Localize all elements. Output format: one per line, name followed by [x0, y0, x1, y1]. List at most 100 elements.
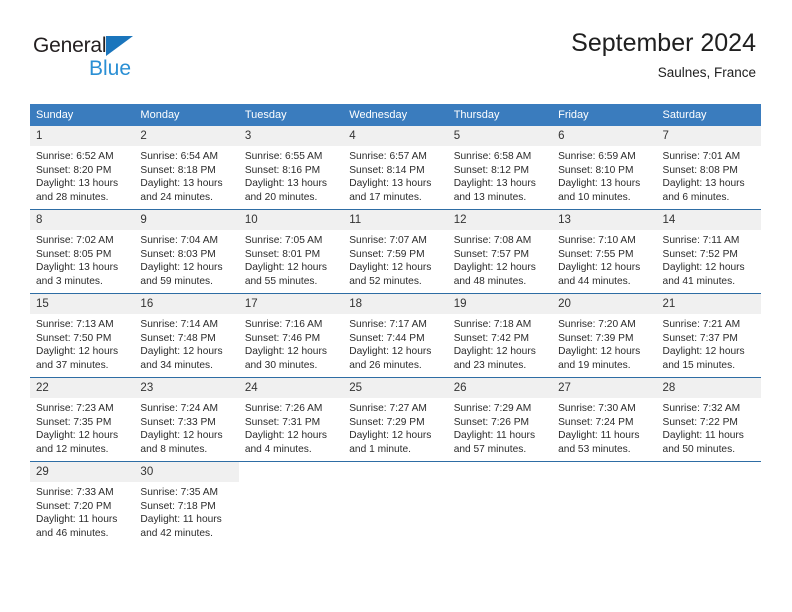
day-cell: 10 Sunrise: 7:05 AM Sunset: 8:01 PM Dayl…	[238, 210, 344, 293]
day-cell-empty	[238, 462, 344, 545]
day-cell: 9 Sunrise: 7:04 AM Sunset: 8:03 PM Dayli…	[134, 210, 239, 293]
day-cell: 29 Sunrise: 7:33 AM Sunset: 7:20 PM Dayl…	[30, 462, 135, 545]
daylight-text-line1: Daylight: 12 hours	[349, 346, 432, 358]
calendar-cell[interactable]: 8 Sunrise: 7:02 AM Sunset: 8:05 PM Dayli…	[30, 209, 135, 294]
day-number: 16	[134, 294, 239, 314]
sunrise-text: Sunrise: 6:54 AM	[140, 151, 219, 162]
sunrise-text: Sunrise: 7:21 AM	[662, 319, 741, 330]
page-subtitle: Saulnes, France	[657, 65, 756, 80]
sunrise-text: Sunrise: 7:13 AM	[36, 319, 114, 330]
calendar-cell[interactable]: 1 Sunrise: 6:52 AM Sunset: 8:20 PM Dayli…	[30, 126, 135, 210]
calendar-cell[interactable]: 10 Sunrise: 7:05 AM Sunset: 8:01 PM Dayl…	[238, 209, 344, 294]
daylight-text-line1: Daylight: 12 hours	[662, 346, 745, 358]
daylight-text-line1: Daylight: 11 hours	[453, 430, 536, 442]
daylight-text-line2: and 15 minutes.	[662, 359, 736, 371]
sunset-text: Sunset: 7:29 PM	[349, 416, 425, 428]
day-number: 15	[30, 294, 135, 314]
day-number: 30	[134, 462, 239, 482]
calendar-cell[interactable]: 2 Sunrise: 6:54 AM Sunset: 8:18 PM Dayli…	[134, 126, 239, 210]
calendar-cell[interactable]: 24 Sunrise: 7:26 AM Sunset: 7:31 PM Dayl…	[238, 377, 344, 462]
sunset-text: Sunset: 8:18 PM	[140, 164, 216, 176]
day-cell-empty	[343, 462, 448, 545]
day-details: Sunrise: 7:35 AM Sunset: 7:18 PM Dayligh…	[134, 482, 238, 540]
calendar-cell[interactable]: 27 Sunrise: 7:30 AM Sunset: 7:24 PM Dayl…	[552, 377, 657, 462]
daylight-text-line2: and 34 minutes.	[140, 359, 213, 371]
sunset-text: Sunset: 7:50 PM	[36, 332, 112, 344]
day-number: 25	[343, 378, 448, 398]
daylight-text-line2: and 28 minutes.	[36, 191, 109, 203]
calendar-cell[interactable]: 25 Sunrise: 7:27 AM Sunset: 7:29 PM Dayl…	[343, 377, 448, 462]
daylight-text-line1: Daylight: 12 hours	[140, 262, 223, 274]
day-number	[656, 462, 761, 482]
sunset-text: Sunset: 7:59 PM	[349, 248, 425, 260]
calendar-cell[interactable]: 4 Sunrise: 6:57 AM Sunset: 8:14 PM Dayli…	[343, 126, 448, 210]
sunset-text: Sunset: 8:20 PM	[36, 164, 112, 176]
calendar-cell[interactable]: 6 Sunrise: 6:59 AM Sunset: 8:10 PM Dayli…	[552, 126, 657, 210]
day-cell: 24 Sunrise: 7:26 AM Sunset: 7:31 PM Dayl…	[238, 378, 344, 461]
calendar-cell[interactable]: 5 Sunrise: 6:58 AM Sunset: 8:12 PM Dayli…	[447, 126, 553, 210]
sunset-text: Sunset: 7:18 PM	[140, 500, 216, 512]
page-title: September 2024	[571, 29, 756, 57]
daylight-text-line2: and 48 minutes.	[453, 275, 527, 287]
day-number	[343, 462, 448, 482]
sunrise-text: Sunrise: 7:18 AM	[453, 319, 532, 330]
sunset-text: Sunset: 7:55 PM	[558, 248, 634, 260]
calendar-cell[interactable]: 14 Sunrise: 7:11 AM Sunset: 7:52 PM Dayl…	[656, 209, 761, 294]
calendar-cell[interactable]: 23 Sunrise: 7:24 AM Sunset: 7:33 PM Dayl…	[134, 377, 239, 462]
day-number: 19	[447, 294, 553, 314]
sunrise-text: Sunrise: 6:59 AM	[558, 151, 636, 162]
calendar-cell[interactable]: 22 Sunrise: 7:23 AM Sunset: 7:35 PM Dayl…	[30, 377, 135, 462]
calendar-cell[interactable]: 9 Sunrise: 7:04 AM Sunset: 8:03 PM Dayli…	[134, 209, 239, 294]
calendar-cell[interactable]: 3 Sunrise: 6:55 AM Sunset: 8:16 PM Dayli…	[238, 126, 344, 210]
daylight-text-line1: Daylight: 12 hours	[558, 346, 641, 358]
sunrise-text: Sunrise: 7:33 AM	[36, 487, 114, 498]
weekday-header-thursday: Thursday	[447, 104, 553, 126]
day-details: Sunrise: 7:17 AM Sunset: 7:44 PM Dayligh…	[343, 314, 447, 372]
day-number: 9	[134, 210, 239, 230]
calendar-cell[interactable]: 17 Sunrise: 7:16 AM Sunset: 7:46 PM Dayl…	[238, 293, 344, 378]
calendar-cell[interactable]: 30 Sunrise: 7:35 AM Sunset: 7:18 PM Dayl…	[134, 461, 239, 545]
daylight-text-line2: and 24 minutes.	[140, 191, 213, 203]
calendar-cell[interactable]: 13 Sunrise: 7:10 AM Sunset: 7:55 PM Dayl…	[552, 209, 657, 294]
day-cell: 27 Sunrise: 7:30 AM Sunset: 7:24 PM Dayl…	[552, 378, 657, 461]
sunrise-text: Sunrise: 7:08 AM	[453, 235, 532, 246]
day-number: 27	[552, 378, 657, 398]
calendar-cell[interactable]: 20 Sunrise: 7:20 AM Sunset: 7:39 PM Dayl…	[552, 293, 657, 378]
calendar-cell[interactable]: 26 Sunrise: 7:29 AM Sunset: 7:26 PM Dayl…	[447, 377, 553, 462]
daylight-text-line2: and 4 minutes.	[244, 443, 312, 455]
daylight-text-line1: Daylight: 12 hours	[140, 430, 223, 442]
sunset-text: Sunset: 8:16 PM	[244, 164, 321, 176]
day-cell: 15 Sunrise: 7:13 AM Sunset: 7:50 PM Dayl…	[30, 294, 135, 377]
weekday-header-wednesday: Wednesday	[343, 104, 448, 126]
day-details: Sunrise: 7:24 AM Sunset: 7:33 PM Dayligh…	[134, 398, 238, 456]
day-details: Sunrise: 7:01 AM Sunset: 8:08 PM Dayligh…	[657, 146, 761, 204]
calendar-cell[interactable]: 28 Sunrise: 7:32 AM Sunset: 7:22 PM Dayl…	[656, 377, 761, 462]
calendar-cell[interactable]: 18 Sunrise: 7:17 AM Sunset: 7:44 PM Dayl…	[343, 293, 448, 378]
sunrise-text: Sunrise: 7:04 AM	[140, 235, 219, 246]
daylight-text-line1: Daylight: 13 hours	[36, 262, 119, 274]
day-number: 5	[447, 126, 553, 146]
calendar-cell[interactable]: 12 Sunrise: 7:08 AM Sunset: 7:57 PM Dayl…	[447, 209, 553, 294]
day-number: 14	[656, 210, 761, 230]
calendar-cell[interactable]: 21 Sunrise: 7:21 AM Sunset: 7:37 PM Dayl…	[656, 293, 761, 378]
day-number: 4	[343, 126, 448, 146]
daylight-text-line1: Daylight: 12 hours	[36, 430, 119, 442]
sunrise-text: Sunrise: 7:17 AM	[349, 319, 427, 330]
daylight-text-line1: Daylight: 11 hours	[36, 514, 118, 526]
calendar-cell[interactable]: 16 Sunrise: 7:14 AM Sunset: 7:48 PM Dayl…	[134, 293, 239, 378]
day-details: Sunrise: 6:59 AM Sunset: 8:10 PM Dayligh…	[552, 146, 656, 204]
calendar-cell[interactable]: 29 Sunrise: 7:33 AM Sunset: 7:20 PM Dayl…	[30, 461, 135, 545]
calendar-cell[interactable]: 19 Sunrise: 7:18 AM Sunset: 7:42 PM Dayl…	[447, 293, 553, 378]
calendar-cell[interactable]: 15 Sunrise: 7:13 AM Sunset: 7:50 PM Dayl…	[30, 293, 135, 378]
calendar-cell[interactable]: 11 Sunrise: 7:07 AM Sunset: 7:59 PM Dayl…	[343, 209, 448, 294]
sunset-text: Sunset: 7:46 PM	[244, 332, 321, 344]
daylight-text-line1: Daylight: 12 hours	[558, 262, 641, 274]
calendar-week-row: 1 Sunrise: 6:52 AM Sunset: 8:20 PM Dayli…	[30, 126, 761, 210]
day-cell: 7 Sunrise: 7:01 AM Sunset: 8:08 PM Dayli…	[656, 126, 761, 209]
day-number: 7	[656, 126, 761, 146]
calendar-cell[interactable]: 7 Sunrise: 7:01 AM Sunset: 8:08 PM Dayli…	[656, 126, 761, 210]
day-number: 10	[238, 210, 344, 230]
day-cell-empty	[656, 462, 761, 545]
sunrise-text: Sunrise: 7:14 AM	[140, 319, 219, 330]
day-number: 28	[656, 378, 761, 398]
